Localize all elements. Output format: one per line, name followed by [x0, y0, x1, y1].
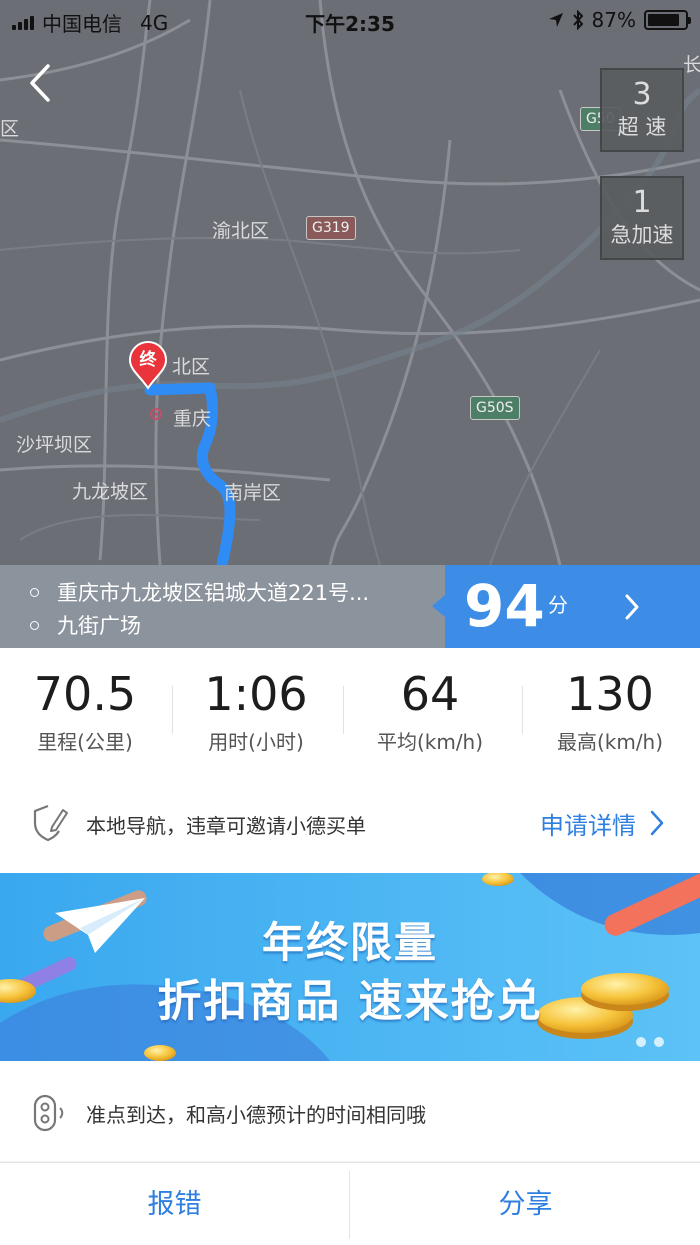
status-bar: 中国电信 4G 下午2:35 87%	[0, 0, 700, 40]
bluetooth-icon	[572, 10, 583, 30]
stat-value: 1:06	[204, 667, 308, 721]
route-map[interactable]: 区 渝北区 北区 重庆 沙坪坝区 九龙坡区 南岸区 长 G319 G50S G5…	[0, 0, 700, 565]
stat-duration: 1:06 用时(小时)	[171, 666, 341, 755]
violation-info-row[interactable]: 本地导航，违章可邀请小德买单 申请详情	[0, 773, 700, 873]
trip-stats: 70.5 里程(公里) 1:06 用时(小时) 64 平均(km/h) 130 …	[0, 648, 700, 773]
speeding-label: 超 速	[617, 115, 667, 139]
apply-details-link[interactable]: 申请详情	[540, 806, 636, 841]
route-start: 重庆市九龙坡区铝城大道221号...	[57, 581, 370, 605]
location-arrow-icon	[548, 13, 563, 27]
map-label: 九龙坡区	[72, 481, 149, 503]
score-value: 94	[464, 572, 545, 640]
banner-title: 年终限量	[261, 918, 438, 967]
chevron-left-icon	[30, 64, 50, 102]
promo-banner[interactable]: 年终限量 折扣商品 速来抢兑	[0, 873, 700, 1061]
end-marker-icon: 终	[128, 340, 168, 390]
shield-pen-icon	[33, 804, 68, 842]
stat-label: 里程(公里)	[37, 730, 133, 754]
banner-subtitle: 折扣商品 速来抢兑	[157, 976, 543, 1027]
map-label: 区	[0, 118, 20, 140]
route-end: 九街广场	[57, 614, 141, 638]
stat-label: 用时(小时)	[208, 730, 304, 754]
map-label: 北区	[172, 356, 211, 378]
stat-value: 64	[400, 667, 460, 721]
map-label: 长	[683, 54, 700, 76]
map-label: 南岸区	[224, 482, 282, 504]
stat-distance: 70.5 里程(公里)	[0, 666, 170, 755]
stat-value: 130	[566, 667, 654, 721]
chevron-right-icon	[650, 810, 664, 836]
traffic-light-icon	[33, 1094, 64, 1132]
battery-icon	[644, 10, 691, 30]
map-label: 渝北区	[212, 220, 270, 242]
start-dot-icon	[30, 587, 39, 597]
map-label: 沙坪坝区	[16, 434, 93, 456]
divider	[343, 686, 344, 734]
accel-count: 1	[632, 185, 652, 220]
report-error-button[interactable]: 报错	[0, 1163, 349, 1245]
back-button[interactable]	[22, 58, 62, 108]
speeding-count: 3	[632, 77, 652, 112]
stat-label: 平均(km/h)	[376, 730, 484, 754]
arrival-tip-row: 准点到达，和高小德预计的时间相同哦	[0, 1061, 700, 1161]
chevron-right-icon	[625, 594, 639, 620]
divider	[522, 686, 523, 734]
stat-max-speed: 130 最高(km/h)	[525, 666, 695, 755]
stat-value: 70.5	[33, 667, 137, 721]
carousel-dots	[636, 1037, 664, 1047]
score-panel[interactable]: 94 分	[432, 565, 700, 648]
bottom-action-bar: 报错 分享	[0, 1162, 700, 1245]
stat-label: 最高(km/h)	[556, 730, 664, 754]
arrival-tip-text: 准点到达，和高小德预计的时间相同哦	[86, 1103, 426, 1127]
accel-count-box[interactable]: 1 急加速	[600, 176, 684, 260]
end-dot-icon	[30, 620, 39, 630]
battery-percent: 87%	[591, 8, 636, 32]
road-badge: G319	[306, 216, 356, 240]
stat-average-speed: 64 平均(km/h)	[345, 666, 515, 755]
speeding-count-box[interactable]: 3 超 速	[600, 68, 684, 152]
share-button[interactable]: 分享	[351, 1163, 700, 1245]
route-summary: 重庆市九龙坡区铝城大道221号... 九街广场 94 分	[0, 565, 700, 648]
divider	[349, 1171, 350, 1239]
score-unit: 分	[548, 593, 568, 617]
road-badge: G50S	[470, 396, 520, 420]
map-label: 重庆	[173, 408, 212, 430]
accel-label: 急加速	[610, 223, 674, 247]
violation-info-text: 本地导航，违章可邀请小德买单	[86, 814, 366, 838]
